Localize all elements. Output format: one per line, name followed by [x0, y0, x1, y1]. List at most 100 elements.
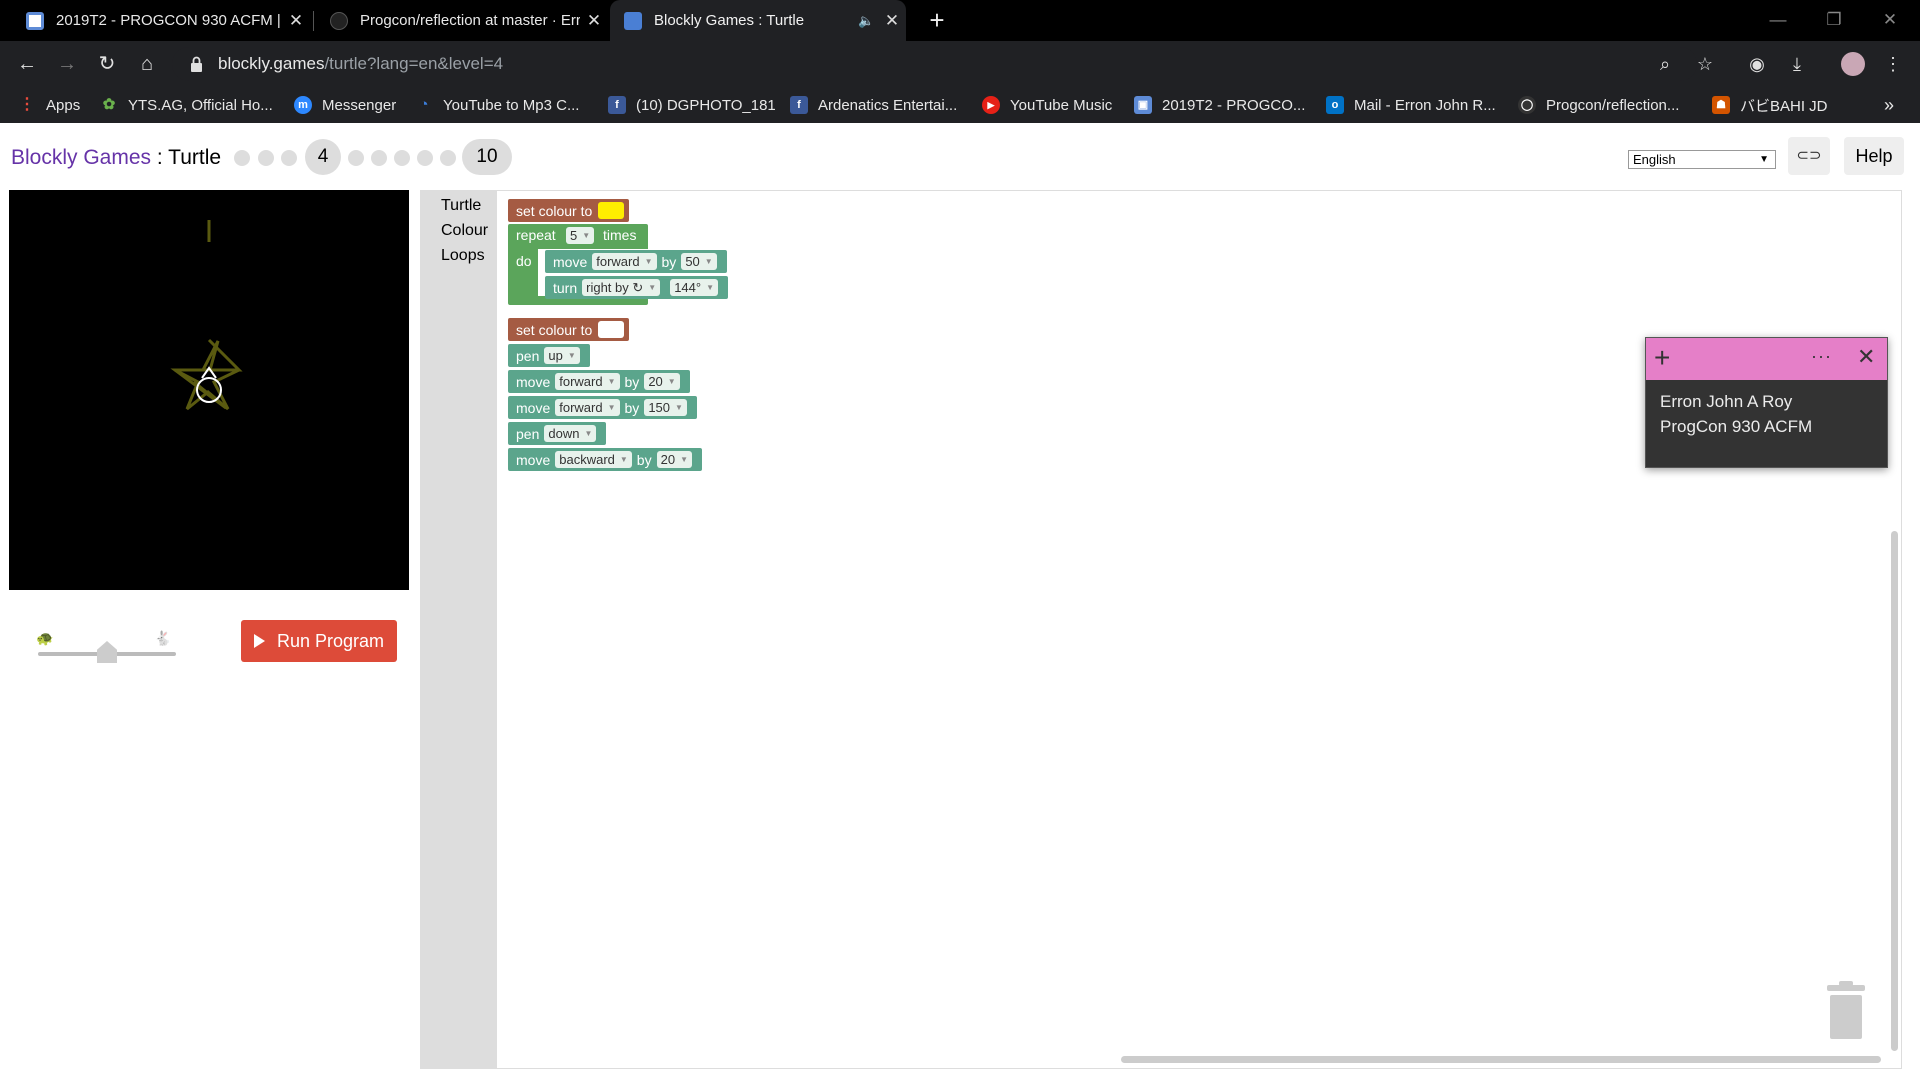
level-9-dot[interactable]: [440, 150, 456, 166]
current-level[interactable]: 4: [305, 139, 341, 175]
sticky-note-line[interactable]: ProgCon 930 ACFM: [1646, 414, 1887, 439]
link-button[interactable]: ⊂⊃: [1788, 137, 1830, 175]
game-name: Turtle: [168, 146, 222, 169]
sticky-note-line[interactable]: Erron John A Roy: [1646, 389, 1887, 414]
colour-swatch-white[interactable]: [598, 321, 625, 338]
pen-down-block[interactable]: pen down ▼: [508, 422, 607, 445]
tab-github-reflection[interactable]: Progcon/reflection at master · Err ✕: [316, 0, 608, 41]
brand-link[interactable]: Blockly Games: [11, 146, 151, 169]
distance-field[interactable]: 150 ▼: [644, 399, 687, 416]
download-icon[interactable]: ⤓: [1784, 51, 1810, 77]
bookmark-star-icon[interactable]: ☆: [1692, 51, 1718, 77]
blockly-workspace[interactable]: Turtle Colour Loops set colour to repeat…: [420, 190, 1902, 1069]
block-label: set colour to: [516, 202, 593, 219]
field-value: forward: [559, 374, 603, 389]
speaker-icon[interactable]: 🔈: [858, 13, 878, 29]
bookmark-youtube-music[interactable]: ▶ YouTube Music: [982, 87, 1112, 123]
help-button[interactable]: Help: [1844, 137, 1904, 175]
minimize-button[interactable]: —: [1750, 0, 1806, 41]
facebook-icon: f: [608, 96, 626, 114]
direction-field[interactable]: forward ▼: [555, 373, 620, 390]
bookmarks-overflow[interactable]: »: [1884, 87, 1894, 123]
speed-slider[interactable]: 🐢 🐇: [36, 628, 176, 668]
new-tab-button[interactable]: +: [922, 4, 952, 36]
bookmark-progcon-trello[interactable]: ▣ 2019T2 - PROGCO...: [1134, 87, 1305, 123]
move-block[interactable]: move forward ▼ by 50 ▼: [545, 250, 727, 273]
close-window-button[interactable]: ✕: [1862, 0, 1918, 41]
slider-knob[interactable]: [97, 641, 117, 663]
profile-avatar[interactable]: [1840, 51, 1866, 77]
sticky-note[interactable]: + ··· ✕ Erron John A Roy ProgCon 930 ACF…: [1645, 337, 1888, 468]
bookmark-github-reflection[interactable]: ◯ Progcon/reflection...: [1518, 87, 1679, 123]
maximize-button[interactable]: ❐: [1806, 0, 1862, 41]
link-icon: ⊂⊃: [1796, 147, 1822, 164]
tab-title: Blockly Games : Turtle: [654, 12, 805, 29]
distance-field[interactable]: 20 ▼: [656, 451, 692, 468]
forward-icon[interactable]: →: [52, 49, 82, 79]
dropdown-arrow-icon: ▼: [648, 283, 657, 292]
level-5-dot[interactable]: [348, 150, 364, 166]
move-block[interactable]: move backward ▼ by 20 ▼: [508, 448, 702, 471]
pen-state-field[interactable]: down ▼: [544, 425, 597, 442]
tab-divider: [313, 11, 314, 31]
run-program-button[interactable]: Run Program: [241, 620, 397, 662]
distance-field[interactable]: 50 ▼: [681, 253, 717, 270]
level-8-dot[interactable]: [417, 150, 433, 166]
bookmark-messenger[interactable]: m Messenger: [294, 87, 396, 123]
move-block[interactable]: move forward ▼ by 20 ▼: [508, 370, 690, 393]
turn-direction-field[interactable]: right by ↻ ▼: [582, 279, 661, 296]
bookmark-dgphoto[interactable]: f (10) DGPHOTO_181: [608, 87, 776, 123]
distance-field[interactable]: 20 ▼: [644, 373, 680, 390]
more-options-icon[interactable]: ···: [1811, 346, 1832, 367]
move-block[interactable]: move forward ▼ by 150 ▼: [508, 396, 697, 419]
level-3-dot[interactable]: [281, 150, 297, 166]
colour-swatch-yellow[interactable]: [598, 202, 625, 219]
bookmark-mail[interactable]: o Mail - Erron John R...: [1326, 87, 1496, 123]
language-select[interactable]: English ▼: [1628, 150, 1776, 169]
trello-icon: ▣: [1134, 96, 1152, 114]
address-bar[interactable]: blockly.games/turtle?lang=en&level=4: [172, 47, 1697, 81]
level-1-dot[interactable]: [234, 150, 250, 166]
repeat-count-field[interactable]: 5 ▼: [566, 227, 595, 244]
trash-can-icon[interactable]: [1821, 981, 1871, 1041]
level-2-dot[interactable]: [258, 150, 274, 166]
category-colour[interactable]: Colour: [441, 222, 488, 240]
last-level[interactable]: 10: [462, 139, 512, 175]
set-colour-block[interactable]: set colour to: [508, 199, 630, 222]
dropdown-arrow-icon: ▼: [704, 257, 713, 266]
pen-up-block[interactable]: pen up ▼: [508, 344, 590, 367]
bookmark-ardenatics[interactable]: f Ardenatics Entertai...: [790, 87, 957, 123]
menu-icon[interactable]: ⋮: [1880, 51, 1906, 77]
zoom-icon[interactable]: ⌕: [1652, 51, 1678, 77]
github-icon: ◯: [1518, 96, 1536, 114]
category-turtle[interactable]: Turtle: [441, 197, 481, 215]
tab-progcon-trello[interactable]: 2019T2 - PROGCON 930 ACFM | ✕: [12, 0, 310, 41]
bookmark-apps[interactable]: ⋮ Apps: [18, 87, 80, 123]
vertical-scrollbar[interactable]: [1891, 531, 1898, 1051]
home-icon[interactable]: ⌂: [132, 49, 162, 79]
level-7-dot[interactable]: [394, 150, 410, 166]
bookmark-yts[interactable]: ✿ YTS.AG, Official Ho...: [100, 87, 273, 123]
tab-blockly-games[interactable]: Blockly Games : Turtle 🔈 ✕: [610, 0, 906, 41]
bookmark-youtube-mp3[interactable]: ◔ YouTube to Mp3 C...: [415, 87, 579, 123]
horizontal-scrollbar[interactable]: [1121, 1056, 1881, 1063]
direction-field[interactable]: backward ▼: [555, 451, 632, 468]
direction-field[interactable]: forward ▼: [592, 253, 657, 270]
level-6-dot[interactable]: [371, 150, 387, 166]
close-note-icon[interactable]: ✕: [1857, 344, 1875, 370]
category-loops[interactable]: Loops: [441, 247, 485, 265]
add-note-icon[interactable]: +: [1654, 342, 1670, 374]
extension-icon[interactable]: ◉: [1744, 51, 1770, 77]
close-tab-icon[interactable]: ✕: [282, 11, 310, 31]
close-tab-icon[interactable]: ✕: [580, 11, 608, 31]
close-tab-icon[interactable]: ✕: [878, 11, 906, 31]
url-text[interactable]: blockly.games/turtle?lang=en&level=4: [218, 54, 503, 74]
turn-block[interactable]: turn right by ↻ ▼ 144° ▼: [545, 276, 728, 299]
set-colour-block[interactable]: set colour to: [508, 318, 630, 341]
pen-state-field[interactable]: up ▼: [544, 347, 580, 364]
bookmark-bahi[interactable]: ☗ バビBAHI JD: [1712, 87, 1828, 123]
angle-field[interactable]: 144° ▼: [670, 279, 718, 296]
back-icon[interactable]: ←: [12, 49, 42, 79]
reload-icon[interactable]: ↻: [92, 49, 122, 79]
direction-field[interactable]: forward ▼: [555, 399, 620, 416]
